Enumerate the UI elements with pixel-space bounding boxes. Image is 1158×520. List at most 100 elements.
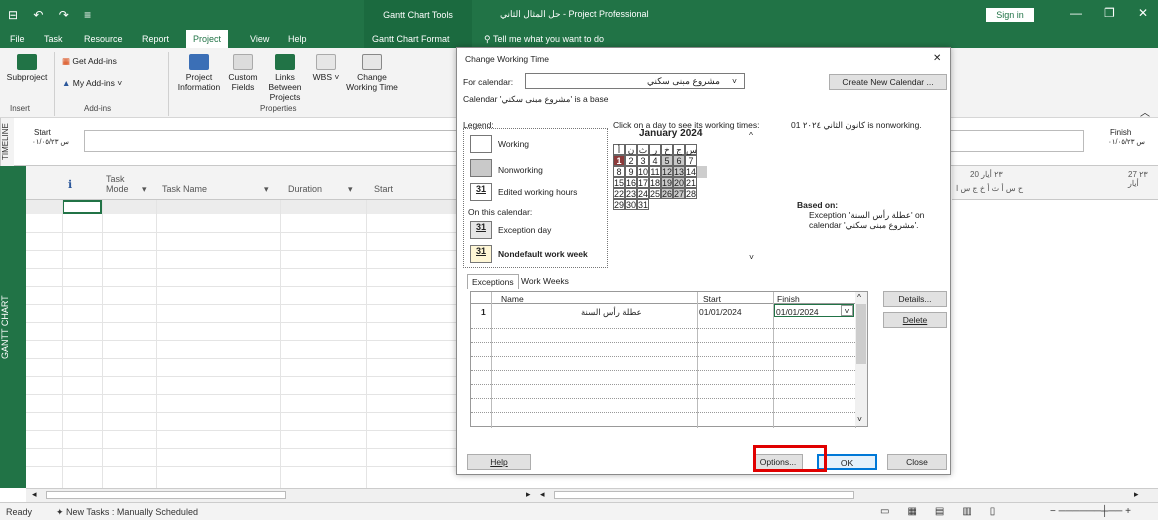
calendar-day[interactable]: 14	[685, 166, 697, 177]
new-tasks-mode[interactable]: ✦ New Tasks : Manually Scheduled	[56, 507, 198, 518]
exception-finish-cell[interactable]: 01/01/2024 ˅	[774, 304, 854, 317]
tell-me-search[interactable]: ⚲ Tell me what you want to do	[484, 34, 604, 45]
chevron-down-icon[interactable]: ˅	[732, 76, 737, 86]
tab-project[interactable]: Project	[186, 30, 229, 48]
start-header[interactable]: Start	[374, 184, 393, 194]
calendar-day[interactable]: 6	[673, 155, 685, 166]
restore-button[interactable]: ❐	[1104, 6, 1115, 20]
scroll-thumb[interactable]	[554, 491, 854, 499]
calendar-day[interactable]: 19	[661, 177, 673, 188]
tab-report[interactable]: Report	[142, 34, 169, 44]
scroll-down-icon[interactable]: ˅	[857, 414, 862, 424]
tab-help[interactable]: Help	[288, 34, 307, 44]
calendar-day[interactable]: 30	[625, 199, 637, 210]
scroll-thumb[interactable]	[856, 304, 866, 364]
project-information-button[interactable]: Project Information	[176, 54, 222, 92]
exceptions-table[interactable]: Name Start Finish 1 عطلة رأس السنة 01/01…	[470, 291, 868, 428]
calendar-day[interactable]: 13	[673, 166, 685, 177]
calendar-day[interactable]: 16	[625, 177, 637, 188]
delete-button[interactable]: Delete	[883, 312, 947, 328]
minimize-button[interactable]: —	[1070, 6, 1082, 20]
task-mode-header[interactable]: Task Mode	[106, 174, 136, 194]
calendar-day[interactable]: 5	[661, 155, 673, 166]
scroll-left-icon[interactable]: ◂	[32, 489, 37, 500]
dialog-close-icon[interactable]: ✕	[933, 53, 941, 64]
gantt-chart-area[interactable]: 20 ٢٣ أيار 27 ٢٣ أيار ح س أ ث أ خ ج س ا	[952, 166, 1158, 488]
calendar-day[interactable]: 24	[637, 188, 649, 199]
view-shortcut-icons[interactable]: ▭▦▤▥▯	[880, 506, 1013, 517]
tab-file[interactable]: File	[10, 34, 25, 44]
tab-exceptions[interactable]: Exceptions	[467, 274, 519, 289]
calendar-day[interactable]: 20	[673, 177, 685, 188]
calendar-day[interactable]: 18	[649, 177, 661, 188]
get-addins-button[interactable]: ▦ Get Add-ins	[62, 56, 117, 67]
calendar-day[interactable]: 7	[685, 155, 697, 166]
create-new-calendar-button[interactable]: Create New Calendar ...	[829, 74, 947, 90]
exception-name-cell[interactable]: عطلة رأس السنة	[581, 307, 642, 318]
dropdown-arrow-icon[interactable]: ▾	[348, 184, 353, 195]
col-start-header: Start	[703, 294, 721, 304]
calendar-scrollbar-thumb[interactable]	[697, 166, 707, 178]
help-button[interactable]: Help	[467, 454, 531, 470]
close-dialog-button[interactable]: Close	[887, 454, 947, 470]
calendar-day[interactable]: 11	[649, 166, 661, 177]
calendar-day[interactable]: 4	[649, 155, 661, 166]
horizontal-scrollbar[interactable]: ◂ ▸ ◂ ▸	[26, 488, 1158, 502]
change-working-time-button[interactable]: Change Working Time	[344, 54, 400, 92]
tab-view[interactable]: View	[250, 34, 269, 44]
calendar-scroll-up-icon[interactable]: ^	[749, 130, 753, 140]
sign-in-button[interactable]: Sign in	[986, 8, 1034, 22]
calendar-day[interactable]: 28	[685, 188, 697, 199]
exception-line-2: calendar 'مشروع مبنى سكني'.	[809, 220, 919, 230]
table-vertical-scrollbar[interactable]: ^ ˅	[855, 292, 867, 426]
task-name-header[interactable]: Task Name	[162, 184, 207, 194]
tab-gantt-chart-format[interactable]: Gantt Chart Format	[372, 34, 450, 44]
month-calendar[interactable]: January 2024 ^ ˅ أ ن ث ر خ ج س 1 2 3 4 5 6 7 8 9 10 11 12 1…	[613, 126, 757, 270]
scroll-thumb[interactable]	[46, 491, 286, 499]
collapse-ribbon-icon[interactable]: ︿	[1140, 104, 1150, 119]
subproject-button[interactable]: Subproject	[6, 54, 48, 82]
zoom-slider[interactable]: − ──────┼── +	[1050, 506, 1131, 517]
calendar-scroll-down-icon[interactable]: ˅	[749, 252, 754, 262]
calendar-day[interactable]: 15	[613, 177, 625, 188]
calendar-day[interactable]: 31	[637, 199, 649, 210]
scroll-right-icon[interactable]: ▸	[1134, 489, 1139, 500]
calendar-day[interactable]: 1	[613, 155, 625, 166]
selected-cell[interactable]	[62, 200, 102, 214]
calendar-day[interactable]: 27	[673, 188, 685, 199]
info-column-icon[interactable]: ℹ	[68, 178, 72, 191]
scroll-up-icon[interactable]: ^	[857, 292, 861, 302]
details-button[interactable]: Details...	[883, 291, 947, 307]
calendar-select[interactable]: مشروع مبنى سكني	[525, 73, 745, 89]
scroll-right-icon[interactable]: ▸	[526, 489, 531, 500]
calendar-day[interactable]: 26	[661, 188, 673, 199]
chevron-down-icon[interactable]: ˅	[841, 305, 853, 316]
legend-nonworking: Nonworking	[498, 165, 543, 175]
calendar-day[interactable]: 3	[637, 155, 649, 166]
dropdown-arrow-icon[interactable]: ▾	[264, 184, 269, 195]
calendar-day[interactable]: 17	[637, 177, 649, 188]
calendar-day[interactable]: 22	[613, 188, 625, 199]
dropdown-arrow-icon[interactable]: ▾	[142, 184, 147, 195]
calendar-day[interactable]: 29	[613, 199, 625, 210]
duration-header[interactable]: Duration	[288, 184, 322, 194]
quick-access-toolbar[interactable]: ⊟ ↶ ↷ ≡	[8, 8, 97, 22]
wbs-button[interactable]: WBS ˅	[312, 54, 340, 82]
tab-work-weeks[interactable]: Work Weeks	[521, 276, 569, 286]
exception-start-cell[interactable]: 01/01/2024	[699, 307, 742, 317]
calendar-day[interactable]: 8	[613, 166, 625, 177]
calendar-day[interactable]: 23	[625, 188, 637, 199]
calendar-day[interactable]: 21	[685, 177, 697, 188]
calendar-day[interactable]: 12	[661, 166, 673, 177]
custom-fields-button[interactable]: Custom Fields	[226, 54, 260, 92]
my-addins-button[interactable]: ▲ My Add-ins ˅	[62, 78, 122, 88]
calendar-day[interactable]: 2	[625, 155, 637, 166]
calendar-day[interactable]: 10	[637, 166, 649, 177]
links-between-projects-button[interactable]: Links Between Projects	[262, 54, 308, 102]
calendar-day[interactable]: 9	[625, 166, 637, 177]
tab-resource[interactable]: Resource	[84, 34, 123, 44]
close-button[interactable]: ✕	[1138, 6, 1148, 20]
tab-task[interactable]: Task	[44, 34, 63, 44]
calendar-day[interactable]: 25	[649, 188, 661, 199]
scroll-left-icon[interactable]: ◂	[540, 489, 545, 500]
